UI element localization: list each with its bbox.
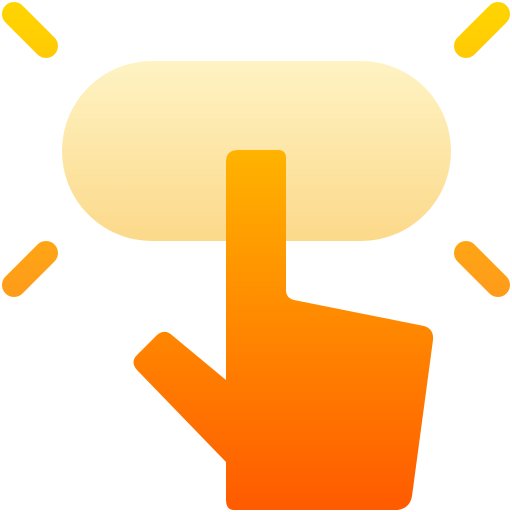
icon-canvas [0, 0, 512, 512]
ray-bottom-left [2, 241, 58, 297]
ray-top-right [454, 2, 510, 58]
ray-top-left [2, 2, 58, 58]
ray-bottom-right [454, 241, 510, 297]
tap-button-icon [2, 2, 510, 510]
